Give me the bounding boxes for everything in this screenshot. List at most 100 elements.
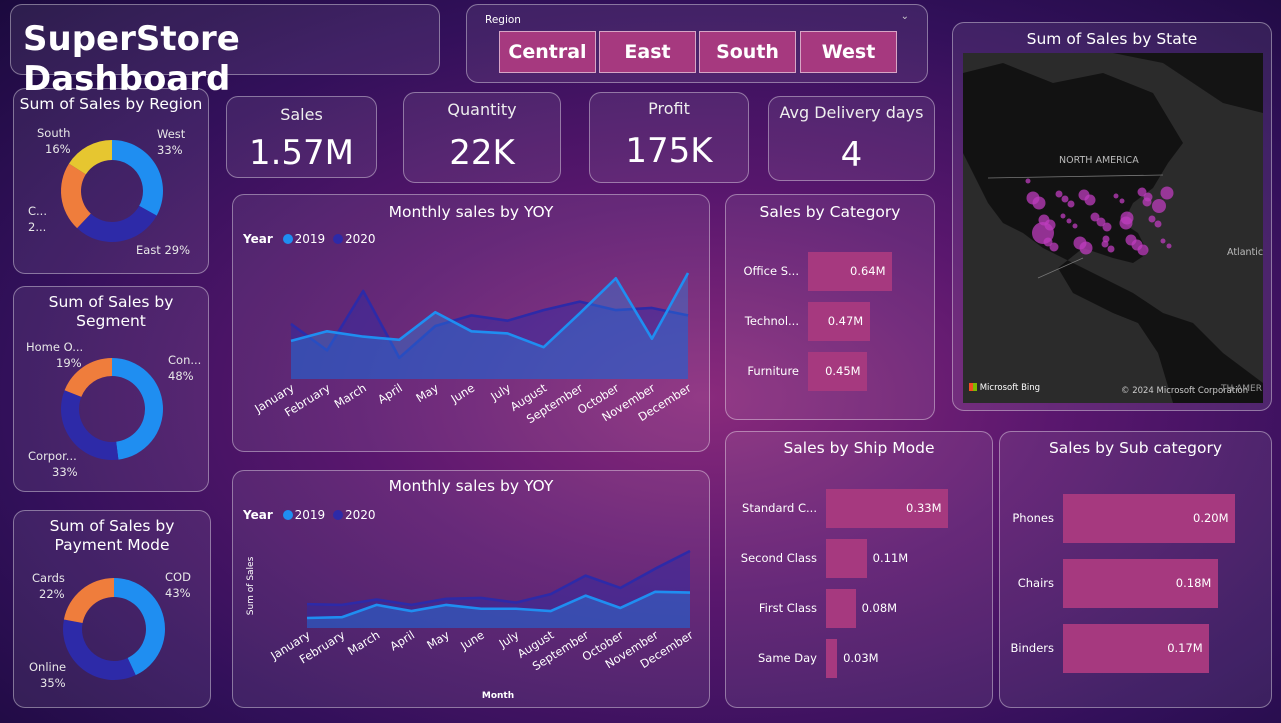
state-bubble[interactable] [1066,218,1072,224]
yoy-chart-2[interactable]: JanuaryFebruaryMarch April May June JulyAugu… [233,471,711,709]
state-bubble[interactable] [1073,236,1087,250]
donut-label-east: East 29% [136,243,191,257]
map-label-cut: TH AMER [1221,384,1262,394]
chevron-down-icon[interactable]: ⌄ [901,11,909,22]
donut-label-corporate: Corpor... [28,449,77,463]
kpi-label: Sales [280,105,323,124]
slicer-option-south[interactable]: South [699,31,796,73]
chart-title: Sales by Category [759,203,901,221]
donut-slice-cards[interactable] [63,578,114,624]
bar-value-label: 0.11M [872,550,909,565]
state-bubble[interactable] [1067,200,1075,208]
donut-label-cod-pct: 43% [165,586,191,600]
slicer-label: Region [485,14,521,26]
state-bubble[interactable] [1160,186,1174,200]
chart-title: Sales by Ship Mode [783,439,935,457]
donut-label-consumer-pct: 48% [168,369,194,383]
map-panel: Sum of Sales by State NORTH AMERICA Atla… [952,22,1272,411]
donut-slice-east[interactable] [77,205,157,243]
bar-value-label: 0.47M [827,313,864,328]
state-bubble[interactable] [1032,222,1054,244]
sales-by-state-map[interactable]: NORTH AMERICA Atlantic Microsoft Bing © … [963,53,1263,403]
state-bubble[interactable] [1107,245,1115,253]
donut-slice-west[interactable] [112,140,164,216]
donut-label-south-pct: 16% [45,142,71,156]
state-bubble[interactable] [1061,195,1069,203]
state-bubble[interactable] [1152,199,1166,213]
bar[interactable] [826,639,838,678]
state-bubble[interactable] [1160,238,1166,244]
region-donut-panel: Sum of Sales by Region West 33% East 29%… [13,88,209,274]
state-bubble[interactable] [1148,215,1156,223]
title-panel: SuperStore Dashboard [10,4,440,99]
bar-category-label: Phones [1012,510,1054,525]
kpi-sales-card: Sales 1.57M [226,96,377,178]
state-bubble[interactable] [1166,243,1172,249]
kpi-profit-card: Profit 175K [589,92,749,183]
donut-label-west: West [157,127,186,141]
kpi-value: 4 [840,135,863,175]
bar-category-label: Same Day [758,650,817,665]
state-bubble[interactable] [1078,189,1090,201]
state-bubble[interactable] [1025,178,1031,184]
yoy-chart-1-panel: Monthly sales by YOY Year 2019 2020 Janu… [232,194,710,452]
bar-category-label: Furniture [747,363,799,378]
bar-value-label: 0.18M [1175,575,1212,590]
bar-category-label: Binders [1010,640,1054,655]
bar[interactable] [826,539,867,578]
state-bubble[interactable] [1119,198,1125,204]
bar[interactable] [826,589,856,628]
state-bubble[interactable] [1102,235,1110,243]
donut-label-consumer: Con... [168,353,202,367]
map-label-ocean: Atlantic [1227,247,1263,258]
bar-value-label: 0.03M [843,650,879,665]
kpi-label: Quantity [447,100,517,119]
state-bubble[interactable] [1055,190,1063,198]
yoy-chart-1[interactable]: JanuaryFebruaryMarch April May June JulyAugu… [233,195,711,453]
bar-value-label: 0.20M [1193,510,1229,525]
donut-label-west-pct: 33% [157,143,183,157]
kpi-value: 22K [449,133,515,173]
state-bubble[interactable] [1120,211,1134,225]
bar-category-label: Office S... [743,263,800,278]
bar-category-label: Technol... [744,313,799,328]
state-bubble[interactable] [1137,187,1147,197]
state-bubble[interactable] [1026,191,1040,205]
slicer-option-east[interactable]: East [599,31,696,73]
bar-value-label: 0.64M [850,263,886,278]
x-tick-label: May [424,628,452,653]
bar-category-label: Second Class [740,550,817,565]
kpi-value: 175K [625,131,713,171]
bar-value-label: 0.08M [861,600,898,615]
slicer-option-west[interactable]: West [800,31,897,73]
x-tick-label: April [387,628,417,654]
kpi-quantity-card: Quantity 22K [403,92,561,183]
kpi-delivery-card: Avg Delivery days 4 [768,96,935,181]
state-bubble[interactable] [1060,213,1066,219]
donut-label-central-pct: 2... [28,220,47,234]
microsoft-logo-icon [969,383,977,391]
x-tick-label: June [448,381,478,407]
bar-category-label: Standard C... [742,500,817,515]
donut-label-corporate-pct: 33% [52,465,78,479]
bar-category-label: First Class [758,600,817,615]
state-bubble[interactable] [1125,234,1137,246]
state-bubble[interactable] [1113,193,1119,199]
state-bubble[interactable] [1072,223,1078,229]
bar-value-label: 0.45M [825,363,861,378]
payment-donut-panel: Sum of Sales by Payment Mode COD 43% Car… [13,510,211,708]
x-tick-label: March [332,381,369,411]
category-chart-panel: Sales by Category Office S... 0.64M Techno… [725,194,935,420]
bar-value-label: 0.17M [1167,640,1203,655]
region-slicer: Region ⌄ Central East South West [466,4,928,83]
y-axis-label: Sum of Sales [246,556,256,615]
donut-slice-consumer[interactable] [112,358,164,460]
state-bubble[interactable] [1090,212,1100,222]
kpi-label: Profit [648,99,690,118]
x-axis-label: Month [482,691,514,701]
donut-label-cards-pct: 22% [39,587,65,601]
slicer-option-central[interactable]: Central [499,31,596,73]
state-bubble[interactable] [1154,220,1162,228]
donut-slice-online[interactable] [62,619,136,680]
map-credit-left: Microsoft Bing [979,383,1041,393]
